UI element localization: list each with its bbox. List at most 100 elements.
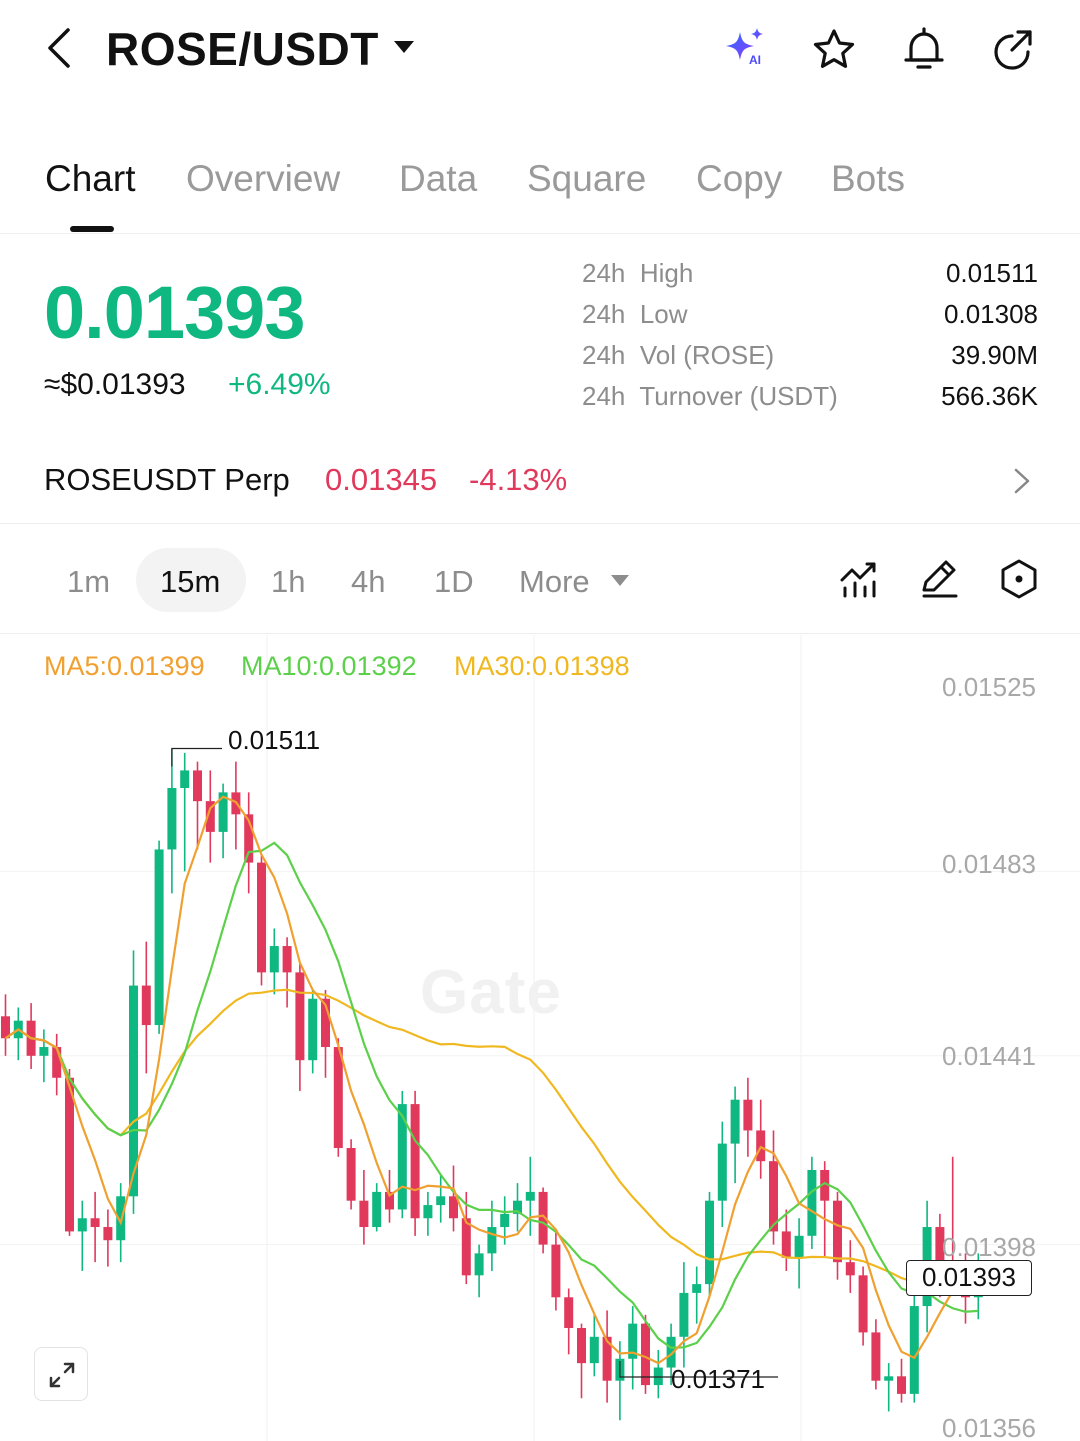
tab-square[interactable]: Square xyxy=(527,158,646,200)
perp-link-row[interactable]: ROSEUSDT Perp 0.01345 -4.13% xyxy=(0,440,1080,524)
y-tick: 0.01525 xyxy=(942,672,1036,702)
candle-up xyxy=(487,1227,497,1254)
candle-up xyxy=(589,1336,599,1364)
candle-down xyxy=(871,1332,881,1381)
stat-value: 0.01511 xyxy=(945,258,1038,288)
expand-button[interactable] xyxy=(34,1347,88,1401)
ai-sparkle-icon[interactable]: AI xyxy=(720,26,768,74)
tab-chart[interactable]: Chart xyxy=(45,158,135,200)
candle-down xyxy=(282,946,292,973)
candle-down xyxy=(141,985,151,1026)
candle-down xyxy=(65,1077,74,1232)
candle-up xyxy=(653,1367,663,1386)
perp-name: ROSEUSDT Perp xyxy=(44,462,290,497)
draw-pencil-icon[interactable] xyxy=(918,558,960,600)
interval-4h[interactable]: 4h xyxy=(351,564,385,600)
tab-data[interactable]: Data xyxy=(399,158,477,200)
pair-title[interactable]: ROSE/USDT xyxy=(106,22,379,76)
stat-low: 24h Low 0.01308 xyxy=(582,295,1038,336)
candle-down xyxy=(577,1328,586,1364)
indicator-icon[interactable] xyxy=(838,558,880,600)
candle-down xyxy=(781,1231,791,1258)
caret-down-icon[interactable] xyxy=(393,40,415,54)
candle-down xyxy=(897,1376,906,1394)
candle-down xyxy=(461,1218,471,1276)
ma10-legend: MA10:0.01392 xyxy=(241,651,417,681)
tab-copy[interactable]: Copy xyxy=(696,158,782,200)
candle-down xyxy=(551,1244,561,1298)
candle-up xyxy=(730,1099,740,1144)
usd-price: ≈$0.01393 xyxy=(44,368,186,401)
candle-down xyxy=(833,1200,842,1263)
star-icon[interactable] xyxy=(810,26,858,74)
stat-volume: 24h Vol (ROSE) 39.90M xyxy=(582,336,1038,377)
high-marker-label: 0.01511 xyxy=(228,725,321,755)
settings-hexagon-icon[interactable] xyxy=(998,558,1040,600)
price-change-percent: +6.49% xyxy=(228,368,331,401)
stat-label: 24h Turnover (USDT) xyxy=(582,381,838,411)
tab-bots[interactable]: Bots xyxy=(831,158,905,200)
back-icon[interactable] xyxy=(40,26,84,70)
candle-up xyxy=(717,1143,727,1201)
interval-bar: 1m 15m 1h 4h 1D More xyxy=(0,530,1080,634)
stat-label: 24h High xyxy=(582,258,694,288)
y-tick: 0.01441 xyxy=(942,1041,1036,1071)
chevron-right-icon xyxy=(1014,468,1030,494)
current-price-tag: 0.01393 xyxy=(906,1260,1032,1296)
candle-up xyxy=(77,1218,87,1232)
y-tick: 0.01483 xyxy=(942,849,1036,879)
last-price: 0.01393 xyxy=(44,271,305,354)
candle-up xyxy=(794,1235,804,1258)
candle-up xyxy=(308,998,318,1061)
candle-up xyxy=(692,1284,702,1293)
candle-down xyxy=(193,770,202,802)
candle-down xyxy=(346,1148,356,1201)
stat-value: 0.01308 xyxy=(944,299,1038,329)
candle-down xyxy=(641,1323,650,1386)
interval-15m[interactable]: 15m xyxy=(160,564,220,600)
candle-down xyxy=(743,1099,753,1131)
stat-label: 24h Low xyxy=(582,299,688,329)
candle-up xyxy=(807,1169,817,1236)
stat-value: 39.90M xyxy=(951,340,1038,370)
bell-icon[interactable] xyxy=(900,26,948,74)
ma5-line xyxy=(4,795,979,1365)
share-icon[interactable] xyxy=(988,26,1036,74)
low-marker-label: 0.01371 xyxy=(671,1364,765,1394)
candle-down xyxy=(90,1218,100,1228)
interval-1h[interactable]: 1h xyxy=(271,564,305,600)
interval-1d[interactable]: 1D xyxy=(434,564,474,600)
candle-down xyxy=(756,1130,766,1162)
expand-arrows-icon xyxy=(49,1362,75,1388)
candle-up xyxy=(679,1292,689,1337)
candle-down xyxy=(333,1047,343,1149)
candle-up xyxy=(180,770,190,788)
interval-1m[interactable]: 1m xyxy=(67,564,110,600)
tab-overview[interactable]: Overview xyxy=(186,158,340,200)
candlestick-chart[interactable]: Gate MA5:0.01399 MA10:0.01392 MA30:0.013… xyxy=(0,635,1080,1441)
stat-high: 24h High 0.01511 xyxy=(582,254,1038,295)
main-tabs: Chart Overview Data Square Copy Bots xyxy=(0,150,1080,234)
candle-up xyxy=(436,1196,446,1206)
chart-canvas[interactable] xyxy=(0,635,1080,1441)
candle-down xyxy=(52,1047,62,1078)
candle-down xyxy=(257,862,266,973)
candle-down xyxy=(564,1297,574,1329)
interval-more[interactable]: More xyxy=(519,564,590,600)
stat-turnover: 24h Turnover (USDT) 566.36K xyxy=(582,377,1038,418)
candle-up xyxy=(884,1376,894,1381)
caret-down-icon[interactable] xyxy=(611,575,629,586)
perp-change-percent: -4.13% xyxy=(469,462,568,497)
ma10-line xyxy=(4,841,979,1349)
candle-up xyxy=(167,787,177,850)
candle-up xyxy=(474,1253,484,1276)
candle-down xyxy=(295,972,305,1061)
top-bar: ROSE/USDT AI xyxy=(0,0,1080,110)
candle-up xyxy=(705,1200,714,1285)
candle-up xyxy=(269,946,279,973)
candle-down xyxy=(845,1262,855,1276)
candle-up xyxy=(39,1047,49,1056)
y-tick: 0.01356 xyxy=(942,1413,1036,1441)
ma5-legend: MA5:0.01399 xyxy=(44,651,205,681)
candle-down xyxy=(410,1104,420,1219)
